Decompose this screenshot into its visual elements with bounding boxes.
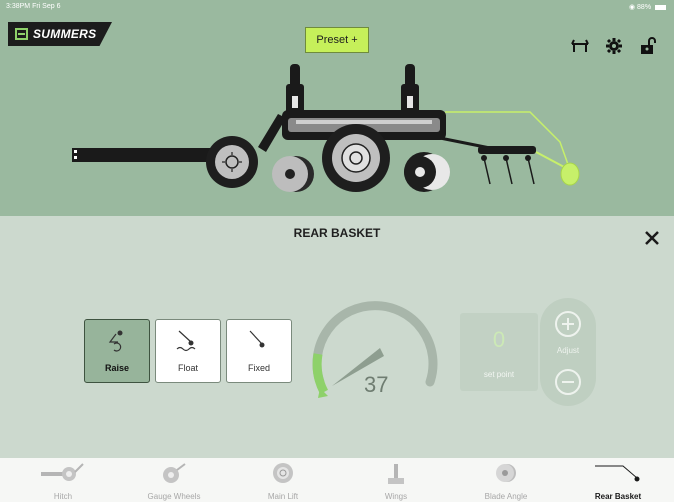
- set-point-label: set point: [483, 370, 515, 379]
- close-icon: [645, 231, 659, 245]
- increase-button[interactable]: [554, 310, 582, 338]
- brand-name: SUMMERS: [33, 27, 97, 41]
- gauge-wheel-icon: [163, 463, 186, 483]
- machine-view: 3:38PM Fri Sep 6 ◉ 88% SUMMERS Preset +: [0, 0, 674, 216]
- logo-mark-icon: [15, 28, 28, 40]
- preset-button[interactable]: Preset +: [305, 27, 369, 53]
- status-time: 3:38PM Fri Sep 6: [6, 3, 61, 10]
- brand-logo: SUMMERS: [8, 22, 112, 46]
- gauge-value: 37: [364, 372, 388, 397]
- adjust-control: Adjust: [540, 298, 596, 406]
- gauge-fill: [312, 353, 329, 395]
- close-button[interactable]: [642, 228, 662, 248]
- mode-float-button[interactable]: Float: [155, 319, 221, 383]
- adjust-label: Adjust: [556, 346, 580, 355]
- machine-diagram: [72, 64, 580, 192]
- mode-fixed-label: Fixed: [247, 363, 270, 373]
- main-lift-icon: [273, 463, 293, 483]
- nav-label-wings: Wings: [384, 492, 408, 501]
- float-icon: [176, 330, 196, 352]
- gauge-track: [312, 301, 438, 387]
- panel-title: REAR BASKET: [293, 226, 381, 240]
- nav-item-gauge-wheels[interactable]: Gauge Wheels: [126, 458, 222, 502]
- nav-item-rear-basket[interactable]: Rear Basket: [570, 458, 666, 502]
- decrease-button[interactable]: [554, 368, 582, 396]
- nav-label-rear-basket: Rear Basket: [594, 492, 642, 501]
- nav-label-gauge-wheels: Gauge Wheels: [147, 492, 201, 501]
- nav-label-main-lift: Main Lift: [267, 492, 299, 501]
- wifi-icon: ◉: [628, 4, 636, 11]
- set-point-value: 0: [492, 327, 506, 352]
- rear-basket-panel: REAR BASKET Raise Float Fixed 37 0 set p…: [0, 216, 674, 458]
- set-point-box[interactable]: 0 set point: [460, 313, 538, 391]
- gear-icon[interactable]: [604, 36, 624, 56]
- battery-icon: [655, 4, 666, 10]
- rear-basket-icon: [595, 465, 640, 482]
- mode-fixed-button[interactable]: Fixed: [226, 319, 292, 383]
- minus-icon: [555, 369, 581, 395]
- status-right: ◉ 88%: [629, 3, 666, 11]
- hitch-icon: [41, 463, 84, 481]
- nav-label-blade-angle: Blade Angle: [484, 492, 528, 501]
- plus-icon: [555, 311, 581, 337]
- wings-icon: [388, 464, 404, 484]
- nav-item-hitch[interactable]: Hitch: [15, 458, 111, 502]
- nav-item-main-lift[interactable]: Main Lift: [235, 458, 331, 502]
- raise-icon: [108, 330, 123, 352]
- position-gauge[interactable]: 37: [302, 278, 452, 408]
- fixed-icon: [249, 330, 265, 348]
- main-lift-wheel: [322, 124, 390, 192]
- hitch-bar: [72, 148, 212, 162]
- mode-float-label: Float: [177, 363, 198, 373]
- nav-item-wings[interactable]: Wings: [348, 458, 444, 502]
- unlock-icon[interactable]: [638, 36, 658, 56]
- rear-basket-highlight: [535, 151, 580, 186]
- blade-angle-icon: [496, 464, 516, 482]
- bottom-nav: Hitch Gauge Wheels Main Lift Wings Blade…: [0, 458, 674, 502]
- mode-raise-label: Raise: [104, 363, 130, 373]
- nav-label-hitch: Hitch: [53, 492, 73, 501]
- battery-level: 88%: [637, 4, 652, 11]
- mode-raise-button[interactable]: Raise: [84, 319, 150, 383]
- front-gauge-wheel: [206, 136, 258, 188]
- status-bar: 3:38PM Fri Sep 6 ◉ 88%: [0, 0, 674, 14]
- nav-item-blade-angle[interactable]: Blade Angle: [458, 458, 554, 502]
